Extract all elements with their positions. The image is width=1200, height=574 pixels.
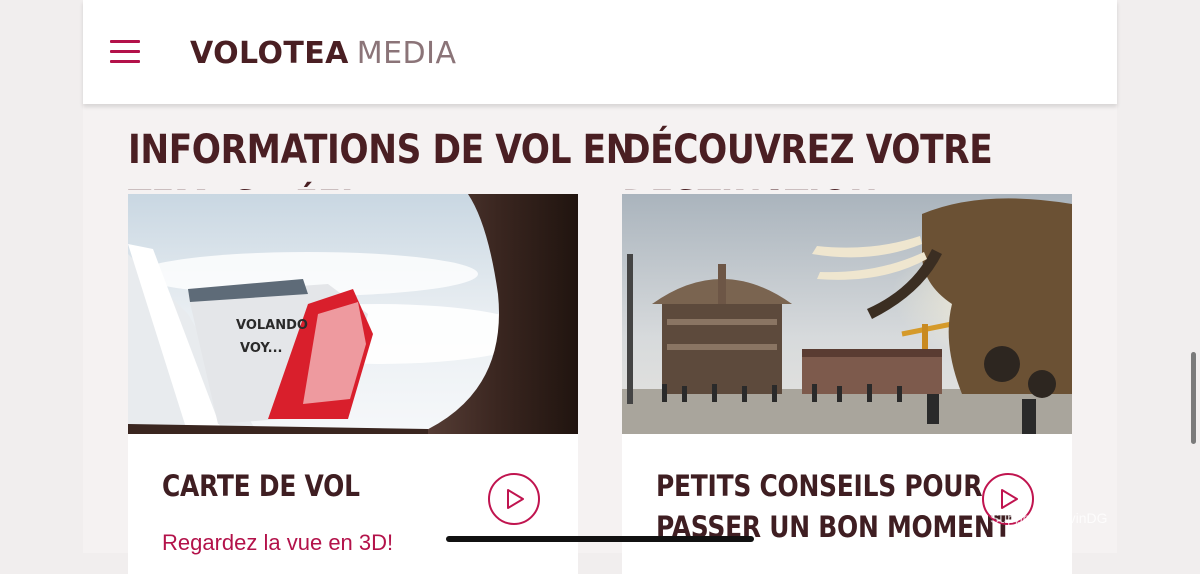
nantes-elephant-image <box>622 194 1072 434</box>
volotea-media-logo[interactable]: VOLOTEA MEDIA <box>190 34 457 71</box>
play-button[interactable] <box>488 473 540 525</box>
card-title: CARTE DE VOL <box>162 469 360 503</box>
scrollbar-thumb[interactable] <box>1191 352 1196 444</box>
card-title-line: PETITS CONSEILS POUR <box>656 469 983 503</box>
play-icon <box>507 489 524 509</box>
logo-main-text: VOLOTEA <box>190 36 349 71</box>
hamburger-menu-icon[interactable] <box>110 40 140 64</box>
logo-sub-text: MEDIA <box>356 36 457 71</box>
section-heading-destination: DÉCOUVREZ VOTRE DESTINATION <box>622 122 992 190</box>
heading-line: DÉCOUVREZ VOTRE <box>622 127 993 173</box>
card-subtitle-link[interactable]: Regardez la vue en 3D! <box>162 530 393 556</box>
heading-line: DESTINATION <box>622 178 992 190</box>
app-header: VOLOTEA MEDIA <box>83 0 1117 104</box>
airplane-wing-image: VOLANDO VOY... <box>128 194 578 434</box>
section-heading-flight-info: INFORMATIONS DE VOL EN TEMPS RÉEL <box>128 122 634 190</box>
play-icon <box>1001 489 1018 509</box>
wing-text-line1: VOLANDO <box>236 318 308 333</box>
flight-map-card[interactable]: VOLANDO VOY... CARTE DE VOL Regardez la … <box>128 194 578 574</box>
home-indicator[interactable] <box>446 536 754 542</box>
wing-text-line2: VOY... <box>240 341 283 356</box>
heading-line: INFORMATIONS DE VOL EN <box>128 127 635 173</box>
watermark-text: Support - KevinDG <box>990 510 1108 526</box>
heading-line: TEMPS RÉEL <box>128 178 634 190</box>
